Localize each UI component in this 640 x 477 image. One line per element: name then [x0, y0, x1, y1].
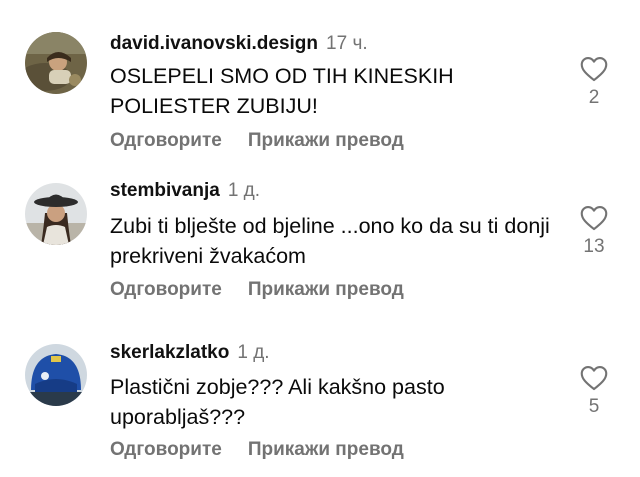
like-control: 13 — [575, 205, 613, 259]
like-control: 2 — [575, 56, 613, 110]
heart-icon[interactable] — [580, 365, 608, 391]
translate-button[interactable]: Прикажи превод — [248, 130, 404, 151]
comment-actions: Одговорите Прикажи превод — [110, 278, 404, 302]
heart-icon[interactable] — [580, 56, 608, 82]
person-outdoor-avatar-icon — [25, 32, 87, 94]
timestamp[interactable]: 1 д. — [228, 180, 260, 201]
blue-helmet-avatar-icon — [25, 344, 87, 406]
timestamp[interactable]: 17 ч. — [326, 33, 368, 54]
username[interactable]: stembivanja — [110, 180, 220, 201]
heart-icon[interactable] — [580, 205, 608, 231]
like-control: 5 — [575, 365, 613, 419]
like-count: 13 — [583, 236, 605, 257]
comment-actions: Одговорите Прикажи превод — [110, 129, 404, 153]
avatar[interactable] — [25, 183, 87, 245]
like-count: 2 — [588, 87, 600, 108]
reply-button[interactable]: Одговорите — [110, 130, 222, 151]
comment-actions: Одговорите Прикажи превод — [110, 438, 404, 462]
username[interactable]: skerlakzlatko — [110, 342, 229, 363]
username[interactable]: david.ivanovski.design — [110, 33, 318, 54]
avatar[interactable] — [25, 32, 87, 94]
reply-button[interactable]: Одговорите — [110, 279, 222, 300]
woman-hat-avatar-icon — [25, 183, 87, 245]
reply-button[interactable]: Одговорите — [110, 439, 222, 460]
comment-header: david.ivanovski.design 17 ч. — [110, 32, 368, 57]
comment-text: OSLEPELI SMO OD TIH KINESKIH POLIESTER Z… — [110, 64, 454, 118]
comment-text: Zubi ti bljеšte od bjeline ...ono ko da … — [110, 214, 550, 268]
comment-header: stembivanja 1 д. — [110, 179, 260, 204]
comment-text: Plastični zobje??? Ali kakšno pasto upor… — [110, 375, 445, 429]
comment-header: skerlakzlatko 1 д. — [110, 341, 270, 366]
avatar[interactable] — [25, 344, 87, 406]
timestamp[interactable]: 1 д. — [237, 342, 269, 363]
translate-button[interactable]: Прикажи превод — [248, 439, 404, 460]
translate-button[interactable]: Прикажи превод — [248, 279, 404, 300]
like-count: 5 — [588, 396, 600, 417]
